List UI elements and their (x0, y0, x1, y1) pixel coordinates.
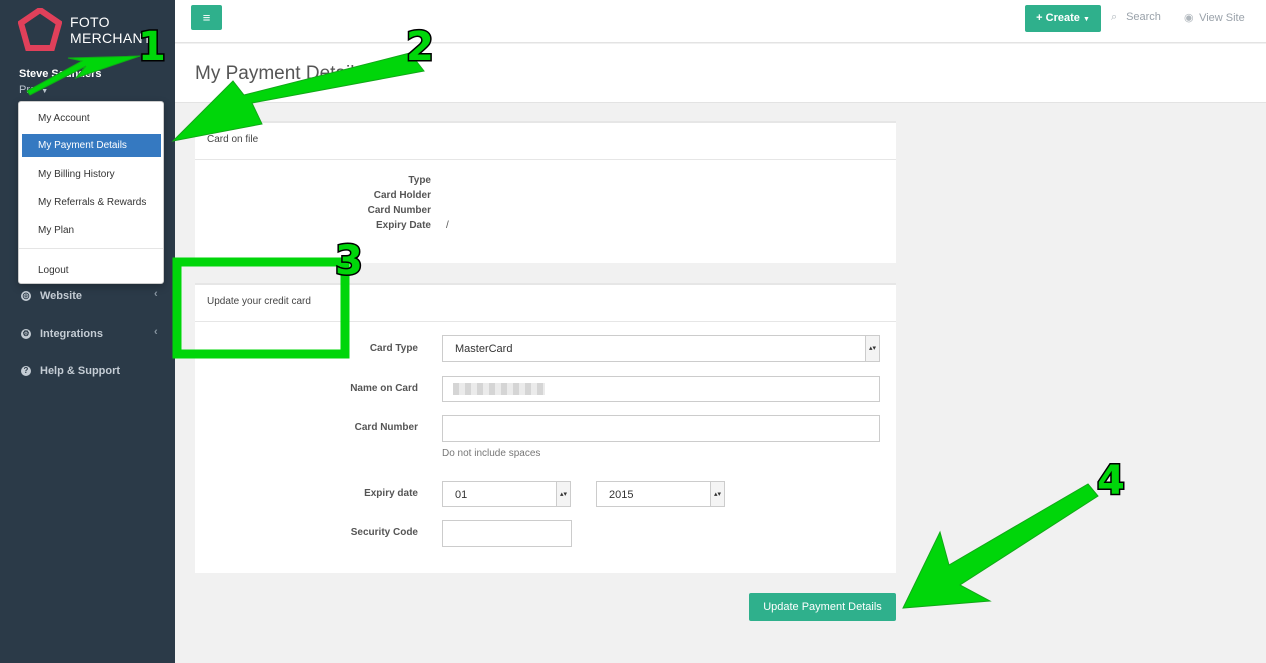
expiry-year-select[interactable]: 2015 ▴▾ (596, 481, 725, 507)
user-name[interactable]: Steve Saunders (19, 68, 102, 80)
pentagon-logo-icon (18, 8, 62, 51)
page-title: My Payment Details (195, 63, 364, 84)
redacted-name (453, 383, 545, 395)
sidebar-item-website[interactable]: ◎ Website ‹ (0, 285, 175, 309)
card-on-file-panel: Card on file Type Card Holder Card Numbe… (195, 121, 896, 263)
plus-icon: + (1036, 12, 1043, 24)
card-type-label: Card Type (369, 343, 418, 354)
select-arrow-icon: ▴▾ (865, 336, 879, 361)
create-button[interactable]: + Create ▼ (1025, 5, 1101, 32)
account-dropdown-menu: My Account My Payment Details My Billing… (18, 101, 164, 284)
select-arrow-icon: ▴▾ (556, 482, 570, 506)
card-holder-label: Card Holder (373, 190, 431, 201)
logo-line2: MERCHANT (70, 30, 152, 46)
expiry-month-select[interactable]: 01 ▴▾ (442, 481, 571, 507)
hamburger-icon: ≡ (202, 10, 211, 25)
chevron-left-icon: ‹ (154, 288, 158, 300)
update-payment-details-button[interactable]: Update Payment Details (749, 593, 896, 621)
card-number-label: Card Number (367, 205, 431, 216)
sidebar-item-label: Website (40, 290, 82, 302)
question-icon: ? (21, 366, 31, 376)
card-type-value: MasterCard (455, 343, 513, 355)
card-on-file-heading: Card on file (195, 123, 896, 160)
globe-icon: ◉ (1184, 12, 1194, 24)
logo[interactable]: FOTO MERCHANT (18, 8, 168, 56)
menu-item-my-plan[interactable]: My Plan (22, 219, 161, 242)
expiry-month-value: 01 (455, 489, 468, 501)
sidebar-item-label: Help & Support (40, 365, 121, 377)
create-label: Create (1045, 12, 1080, 24)
expiry-date-label: Expiry Date (375, 220, 431, 231)
sidebar-item-label: Integrations (40, 328, 103, 340)
update-card-heading: Update your credit card (195, 285, 896, 322)
menu-item-my-payment-details[interactable]: My Payment Details (22, 134, 161, 157)
search-link[interactable]: ⌕ Search (1111, 11, 1161, 24)
gear-icon: ⚙ (21, 329, 31, 339)
user-plan-label: Pro (19, 84, 37, 96)
card-number-label: Card Number (354, 422, 418, 433)
menu-item-my-account[interactable]: My Account (22, 107, 161, 130)
view-site-link[interactable]: ◉ View Site (1184, 11, 1245, 24)
chevron-left-icon: ‹ (154, 326, 158, 338)
search-label: Search (1126, 11, 1161, 23)
menu-divider (19, 248, 163, 249)
page-header: My Payment Details (175, 44, 1266, 103)
type-label: Type (408, 175, 431, 186)
security-code-label: Security Code (350, 527, 418, 538)
sidebar-item-integrations[interactable]: ⚙ Integrations ‹ (0, 323, 175, 347)
menu-toggle-button[interactable]: ≡ (191, 5, 222, 30)
menu-item-my-billing-history[interactable]: My Billing History (22, 163, 161, 186)
logo-text: FOTO MERCHANT (70, 14, 152, 46)
expiry-date-label: Expiry date (364, 488, 418, 499)
card-number-help: Do not include spaces (442, 448, 541, 459)
select-arrow-icon: ▴▾ (710, 482, 724, 506)
card-number-input[interactable] (442, 415, 880, 442)
caret-down-icon: ▼ (41, 88, 49, 95)
security-code-input[interactable] (442, 520, 572, 547)
expiry-year-value: 2015 (609, 489, 634, 501)
card-type-select[interactable]: MasterCard ▴▾ (442, 335, 880, 362)
sidebar-item-help[interactable]: ? Help & Support (0, 360, 175, 384)
name-on-card-input[interactable] (442, 376, 880, 402)
view-site-label: View Site (1199, 12, 1245, 24)
user-plan-toggle[interactable]: Pro ▼ (19, 84, 48, 96)
update-card-panel: Update your credit card Card Type Master… (195, 283, 896, 573)
step-number-4: 4 (1097, 458, 1125, 504)
search-icon: ⌕ (1111, 11, 1118, 23)
top-bar: ≡ + Create ▼ ⌕ Search ◉ View Site (175, 0, 1266, 43)
caret-down-icon: ▼ (1082, 16, 1090, 23)
arrow-step-4 (902, 483, 1099, 609)
menu-item-my-referrals-rewards[interactable]: My Referrals & Rewards (22, 191, 161, 214)
menu-item-logout[interactable]: Logout (22, 259, 161, 282)
sidebar: FOTO MERCHANT Steve Saunders Pro ▼ ◎ Web… (0, 0, 175, 663)
expiry-date-value: / (446, 220, 449, 231)
name-on-card-label: Name on Card (350, 383, 418, 394)
globe-icon: ◎ (21, 291, 31, 301)
logo-line1: FOTO (70, 14, 110, 30)
